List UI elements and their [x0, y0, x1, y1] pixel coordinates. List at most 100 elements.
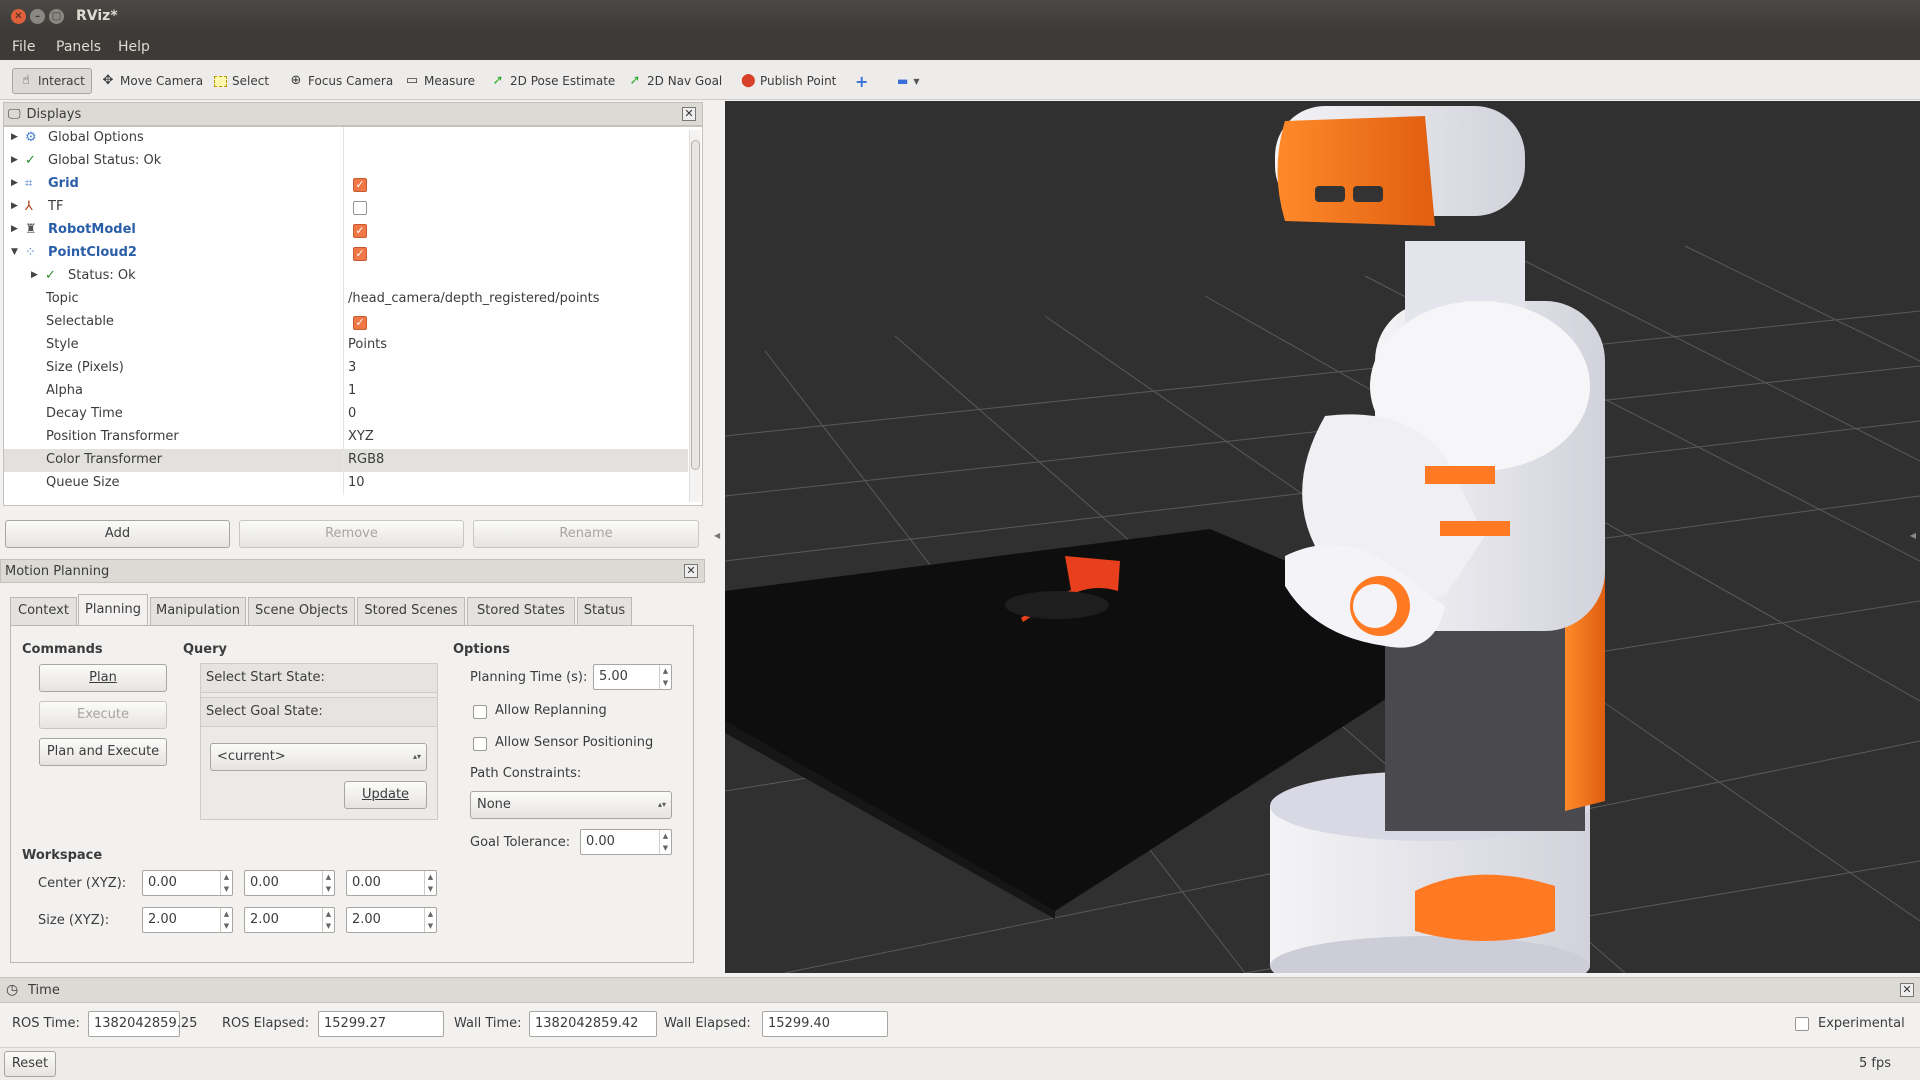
tree-row[interactable]: Alpha 1 [4, 380, 688, 403]
planning-time-input[interactable]: 5.00 ▲ ▼ [593, 664, 672, 690]
pointcloud-enabled-checkbox[interactable]: ✓ [353, 247, 367, 261]
size-y-input[interactable]: 2.00 ▲ ▼ [244, 907, 335, 933]
pose-estimate-tool-button[interactable]: ➚ 2D Pose Estimate [484, 68, 622, 94]
tree-row[interactable]: Position Transformer XYZ [4, 426, 688, 449]
expand-arrow-icon[interactable]: ▶ [11, 155, 18, 165]
tree-row-value[interactable]: 3 [348, 360, 356, 375]
select-tool-button[interactable]: Select [207, 68, 276, 94]
tab-stored-scenes[interactable]: Stored Scenes [357, 597, 465, 625]
rename-display-button[interactable]: Rename [473, 520, 699, 548]
tree-row-value[interactable]: /head_camera/depth_registered/points [348, 291, 600, 306]
size-x-input[interactable]: 2.00 ▲ ▼ [142, 907, 233, 933]
goal-tolerance-input[interactable]: 0.00 ▲ ▼ [580, 829, 672, 855]
move-camera-tool-button[interactable]: ✥ Move Camera [94, 68, 210, 94]
3d-viewport[interactable]: ◀ [725, 101, 1920, 973]
tree-row[interactable]: ▶ ✓ Status: Ok [4, 265, 688, 288]
add-tool-icon[interactable]: + [848, 68, 875, 94]
focus-camera-tool-button[interactable]: ⊕ Focus Camera [282, 68, 400, 94]
center-x-input[interactable]: 0.00 ▲ ▼ [142, 870, 233, 896]
tree-row[interactable]: ▶ ✓ Global Status: Ok [4, 150, 688, 173]
tree-row-value[interactable]: 1 [348, 383, 356, 398]
tree-row[interactable]: ▶ ♜ RobotModel ✓ [4, 219, 688, 242]
nav-goal-tool-button[interactable]: ➚ 2D Nav Goal [621, 68, 729, 94]
goal-state-select[interactable]: <current> ▴▾ [210, 743, 427, 771]
panel-splitter[interactable]: ◀ [711, 101, 723, 973]
collapse-arrow-icon[interactable]: ▼ [11, 247, 18, 257]
robotmodel-enabled-checkbox[interactable]: ✓ [353, 224, 367, 238]
minimize-window-icon[interactable]: – [30, 9, 45, 24]
interact-tool-button[interactable]: ☝ Interact [12, 68, 92, 94]
allow-replanning-checkbox[interactable] [473, 705, 487, 719]
tree-row-value[interactable]: 10 [348, 475, 365, 490]
tab-manipulation[interactable]: Manipulation [150, 597, 246, 625]
collapse-left-icon[interactable]: ◀ [714, 531, 720, 540]
expand-arrow-icon[interactable]: ▶ [11, 178, 18, 188]
reset-button[interactable]: Reset [4, 1051, 56, 1077]
grid-enabled-checkbox[interactable]: ✓ [353, 178, 367, 192]
plan-button[interactable]: Plan [39, 664, 167, 692]
tree-row-selected[interactable]: Color Transformer RGB8 [4, 449, 688, 472]
ros-time-field[interactable]: 1382042859.25 [88, 1011, 197, 1037]
center-z-input[interactable]: 0.00 ▲ ▼ [346, 870, 437, 896]
tab-context[interactable]: Context [10, 597, 77, 625]
close-window-icon[interactable]: ✕ [11, 9, 26, 24]
tf-enabled-checkbox[interactable] [353, 201, 367, 215]
tab-scene-objects[interactable]: Scene Objects [248, 597, 355, 625]
ros-elapsed-field[interactable]: 15299.27 [318, 1011, 444, 1037]
spinner-arrows-icon[interactable]: ▲ ▼ [220, 871, 232, 895]
menu-panels[interactable]: Panels [56, 39, 101, 55]
tree-row[interactable]: ▶ ⌗ Grid ✓ [4, 173, 688, 196]
remove-tool-icon[interactable]: ▬ ▼ [890, 68, 927, 94]
collapse-right-icon[interactable]: ◀ [1910, 531, 1916, 540]
tree-row[interactable]: Queue Size 10 [4, 472, 688, 495]
allow-sensor-positioning-checkbox[interactable] [473, 737, 487, 751]
experimental-checkbox[interactable] [1795, 1017, 1809, 1031]
path-constraints-select[interactable]: None ▴▾ [470, 791, 672, 819]
expand-arrow-icon[interactable]: ▶ [11, 224, 18, 234]
center-y-input[interactable]: 0.00 ▲ ▼ [244, 870, 335, 896]
expand-arrow-icon[interactable]: ▶ [11, 201, 18, 211]
tree-row[interactable]: Topic /head_camera/depth_registered/poin… [4, 288, 688, 311]
close-icon[interactable]: ✕ [682, 107, 696, 121]
tree-row-value[interactable]: RGB8 [348, 452, 384, 467]
spinner-arrows-icon[interactable]: ▲ ▼ [322, 871, 334, 895]
tree-row-value[interactable]: XYZ [348, 429, 374, 444]
plan-and-execute-button[interactable]: Plan and Execute [39, 738, 167, 766]
expand-arrow-icon[interactable]: ▶ [31, 270, 38, 280]
tree-row[interactable]: Decay Time 0 [4, 403, 688, 426]
tree-row[interactable]: Selectable ✓ [4, 311, 688, 334]
tree-row-value[interactable]: Points [348, 337, 387, 352]
tree-row-value[interactable]: 0 [348, 406, 356, 421]
measure-tool-button[interactable]: ▭ Measure [398, 68, 482, 94]
spinner-arrows-icon[interactable]: ▲ ▼ [424, 871, 436, 895]
tree-row[interactable]: ▼ ⁘ PointCloud2 ✓ [4, 242, 688, 265]
maximize-window-icon[interactable]: □ [49, 9, 64, 24]
close-icon[interactable]: ✕ [1900, 983, 1914, 997]
spinner-arrows-icon[interactable]: ▲ ▼ [659, 830, 671, 854]
execute-button[interactable]: Execute [39, 701, 167, 729]
tree-row[interactable]: ▶ ⅄ TF [4, 196, 688, 219]
tree-row[interactable]: Style Points [4, 334, 688, 357]
menu-help[interactable]: Help [118, 39, 150, 55]
select-goal-state-row[interactable]: Select Goal State: [200, 697, 438, 727]
select-start-state-row[interactable]: Select Start State: [200, 663, 438, 693]
tree-row[interactable]: ▶ ⚙ Global Options [4, 127, 688, 150]
displays-scrollbar[interactable] [689, 130, 701, 502]
tab-stored-states[interactable]: Stored States [467, 597, 575, 625]
size-z-input[interactable]: 2.00 ▲ ▼ [346, 907, 437, 933]
scrollbar-thumb[interactable] [691, 140, 700, 470]
remove-display-button[interactable]: Remove [239, 520, 464, 548]
wall-elapsed-field[interactable]: 15299.40 [762, 1011, 888, 1037]
tab-status[interactable]: Status [577, 597, 632, 625]
menu-file[interactable]: File [12, 39, 35, 55]
wall-time-field[interactable]: 1382042859.42 [529, 1011, 657, 1037]
spinner-arrows-icon[interactable]: ▲ ▼ [220, 908, 232, 932]
update-button[interactable]: Update [344, 781, 427, 809]
selectable-checkbox[interactable]: ✓ [353, 316, 367, 330]
tree-row[interactable]: Size (Pixels) 3 [4, 357, 688, 380]
close-icon[interactable]: ✕ [684, 564, 698, 578]
spinner-arrows-icon[interactable]: ▲ ▼ [424, 908, 436, 932]
tab-planning[interactable]: Planning [78, 594, 148, 626]
spinner-arrows-icon[interactable]: ▲ ▼ [659, 665, 671, 689]
spinner-arrows-icon[interactable]: ▲ ▼ [322, 908, 334, 932]
